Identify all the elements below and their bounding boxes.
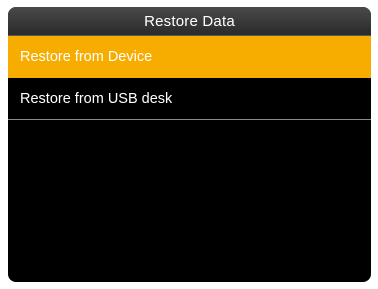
page-title: Restore Data: [144, 12, 235, 30]
device-screen: Restore Data Restore from Device Restore…: [8, 7, 371, 282]
title-bar: Restore Data: [8, 7, 371, 36]
menu-item-label: Restore from Device: [20, 49, 153, 65]
menu-item-restore-from-device[interactable]: Restore from Device: [8, 36, 371, 78]
menu-item-label: Restore from USB desk: [20, 90, 173, 107]
menu-list: Restore from Device Restore from USB des…: [8, 36, 371, 120]
menu-item-restore-from-usb[interactable]: Restore from USB desk: [8, 78, 371, 120]
